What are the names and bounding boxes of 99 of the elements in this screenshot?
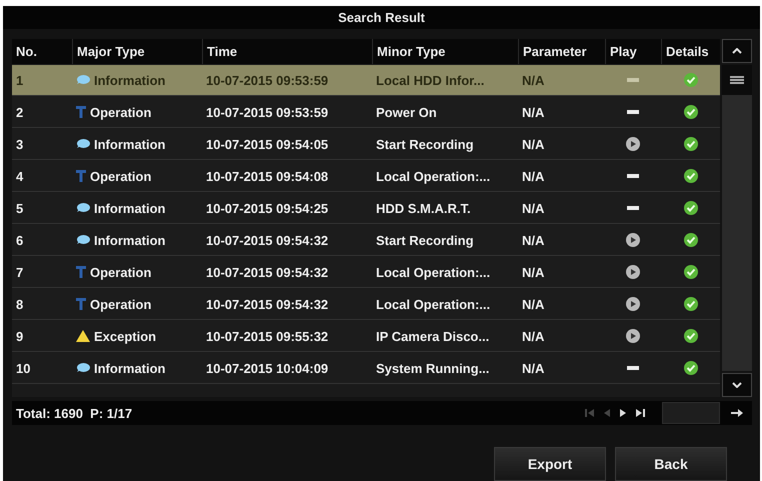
check-icon[interactable] xyxy=(684,297,698,311)
table-cell-text: Power On xyxy=(375,104,438,122)
next-page-icon xyxy=(620,409,626,417)
check-icon[interactable] xyxy=(684,265,698,279)
last-page-icon xyxy=(636,409,645,417)
dialog-button[interactable]: Back xyxy=(615,447,727,481)
table-cell-text: Local HDD Infor... xyxy=(375,72,486,90)
t-shape-icon xyxy=(76,106,86,118)
table-row[interactable]: 1 Information 10-07-2015 09:53:59 Local HDD Infor... N/A xyxy=(12,65,720,96)
chevron-up-icon xyxy=(732,48,742,54)
table-cell-text: HDD S.M.A.R.T. xyxy=(375,200,472,218)
table-cell-text: Local Operation:... xyxy=(375,296,492,314)
t-shape-icon xyxy=(76,170,86,182)
table-cell-text: Local Operation:... xyxy=(375,264,492,282)
check-icon[interactable] xyxy=(684,73,698,87)
major-type-text: Operation xyxy=(90,264,152,280)
check-icon[interactable] xyxy=(684,137,698,151)
column-header: Play xyxy=(605,39,661,64)
play-icon[interactable] xyxy=(626,297,640,311)
major-type-text: Operation xyxy=(90,168,152,184)
table-cell-text: Start Recording xyxy=(375,136,475,154)
grip-icon xyxy=(730,76,744,84)
table-cell-text: N/A xyxy=(521,136,546,154)
column-header: No. xyxy=(15,43,38,61)
speech-bubble-icon xyxy=(76,235,90,245)
scroll-up-button[interactable] xyxy=(722,39,752,63)
table-cell-text: N/A xyxy=(521,104,546,122)
table-cell-text: N/A xyxy=(521,200,546,218)
column-header: Details xyxy=(661,39,720,64)
column-header: Major Type xyxy=(72,39,202,64)
major-type-text: Information xyxy=(94,72,166,88)
t-shape-icon xyxy=(76,266,86,278)
major-type-text: Information xyxy=(94,136,166,152)
speech-bubble-icon xyxy=(76,139,90,149)
check-icon[interactable] xyxy=(684,361,698,375)
table-cell-text: 10-07-2015 09:54:32 xyxy=(205,264,330,282)
table-cell-text: 10-07-2015 09:53:59 xyxy=(205,104,330,122)
table-cell-text: 4 xyxy=(15,168,24,186)
major-type-text: Information xyxy=(94,232,166,248)
first-page-icon xyxy=(585,409,594,417)
table-cell-text: 10-07-2015 09:55:32 xyxy=(205,328,330,346)
table-cell-text: N/A xyxy=(521,232,546,250)
major-type-text: Information xyxy=(94,200,166,216)
table-cell-text: 10-07-2015 09:54:05 xyxy=(205,136,330,154)
check-icon[interactable] xyxy=(684,105,698,119)
dialog-button[interactable]: Export xyxy=(494,447,606,481)
major-type-text: Exception xyxy=(94,328,156,344)
result-summary: Total: 1690 P: 1/17 xyxy=(16,406,134,420)
check-icon[interactable] xyxy=(684,201,698,215)
table-cell-text: 10-07-2015 09:54:32 xyxy=(205,296,330,314)
table-cell-text: 10-07-2015 09:54:25 xyxy=(205,200,330,218)
table-cell-text: N/A xyxy=(521,168,546,186)
arrow-right-icon xyxy=(731,409,743,417)
previous-page-icon xyxy=(604,409,610,417)
table-cell-text: IP Camera Disco... xyxy=(375,328,490,346)
check-icon[interactable] xyxy=(684,233,698,247)
check-icon[interactable] xyxy=(684,329,698,343)
table-cell-text: 10-07-2015 10:04:09 xyxy=(205,360,330,378)
table-cell-text: Local Operation:... xyxy=(375,168,492,186)
speech-bubble-icon xyxy=(76,203,90,213)
table-cell-text: 10 xyxy=(15,360,32,378)
major-type-text: Information xyxy=(94,360,166,376)
table-cell-text: N/A xyxy=(521,328,546,346)
table-cell-text: 6 xyxy=(15,232,24,250)
column-header: Parameter xyxy=(518,39,605,64)
column-header: Minor Type xyxy=(372,39,518,64)
table-cell-text: N/A xyxy=(521,264,546,282)
table-cell-text: 10-07-2015 09:54:08 xyxy=(205,168,330,186)
major-type-text: Operation xyxy=(90,104,152,120)
page-input-field[interactable] xyxy=(662,402,720,424)
check-icon[interactable] xyxy=(684,169,698,183)
table-cell-text: Start Recording xyxy=(375,232,475,250)
table-cell-text: N/A xyxy=(521,296,546,314)
play-icon[interactable] xyxy=(626,233,640,247)
speech-bubble-icon xyxy=(76,75,90,85)
table-cell-text: N/A xyxy=(521,360,546,378)
table-cell-text: 9 xyxy=(15,328,24,346)
speech-bubble-icon xyxy=(76,363,90,373)
table-cell-text: 5 xyxy=(15,200,24,218)
table-cell-text: 1 xyxy=(15,72,24,90)
t-shape-icon xyxy=(76,298,86,310)
table-cell-text: N/A xyxy=(521,72,546,90)
table-cell-text: 8 xyxy=(15,296,24,314)
chevron-down-icon xyxy=(732,382,742,388)
major-type-text: Operation xyxy=(90,296,152,312)
column-header: Time xyxy=(202,39,372,64)
table-cell-text: 10-07-2015 09:53:59 xyxy=(205,72,330,90)
scroll-thumb[interactable] xyxy=(722,65,752,95)
play-icon[interactable] xyxy=(626,137,640,151)
window-title: Search Result xyxy=(3,6,760,29)
play-icon[interactable] xyxy=(626,329,640,343)
table-cell-text: 10-07-2015 09:54:32 xyxy=(205,232,330,250)
scroll-down-button[interactable] xyxy=(722,373,752,397)
table-cell-text: 7 xyxy=(15,264,24,282)
table-cell-text: 2 xyxy=(15,104,24,122)
table-cell-text: System Running... xyxy=(375,360,490,378)
table-cell-text: 3 xyxy=(15,136,24,154)
play-icon[interactable] xyxy=(626,265,640,279)
warning-icon xyxy=(76,330,90,342)
